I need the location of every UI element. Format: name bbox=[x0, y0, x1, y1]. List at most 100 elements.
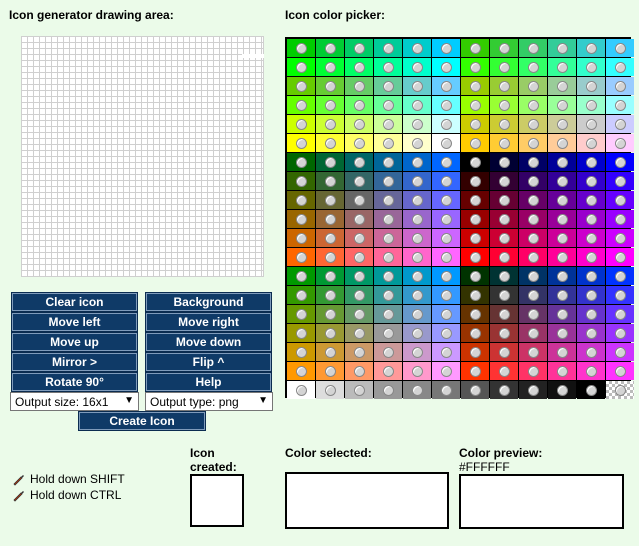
color-swatch[interactable] bbox=[461, 324, 489, 342]
color-swatch[interactable] bbox=[577, 58, 605, 76]
color-swatch[interactable] bbox=[287, 191, 315, 209]
color-swatch[interactable] bbox=[548, 305, 576, 323]
color-swatch[interactable] bbox=[316, 39, 344, 57]
color-swatch[interactable] bbox=[374, 324, 402, 342]
color-swatch[interactable] bbox=[519, 115, 547, 133]
color-swatch[interactable] bbox=[374, 267, 402, 285]
color-swatch[interactable] bbox=[403, 58, 431, 76]
color-swatch[interactable] bbox=[432, 210, 460, 228]
color-swatch[interactable] bbox=[548, 153, 576, 171]
color-swatch[interactable] bbox=[316, 362, 344, 380]
color-swatch[interactable] bbox=[403, 362, 431, 380]
color-swatch[interactable] bbox=[316, 191, 344, 209]
output-type-select[interactable]: Output type: png ▼ bbox=[145, 392, 273, 411]
color-swatch[interactable] bbox=[577, 134, 605, 152]
color-swatch[interactable] bbox=[577, 210, 605, 228]
color-swatch[interactable] bbox=[606, 210, 634, 228]
color-swatch[interactable] bbox=[432, 134, 460, 152]
color-swatch[interactable] bbox=[403, 381, 431, 399]
color-swatch[interactable] bbox=[403, 115, 431, 133]
color-swatch[interactable] bbox=[490, 191, 518, 209]
color-swatch[interactable] bbox=[432, 362, 460, 380]
color-swatch[interactable] bbox=[548, 343, 576, 361]
color-swatch[interactable] bbox=[548, 210, 576, 228]
color-swatch[interactable] bbox=[432, 115, 460, 133]
color-swatch[interactable] bbox=[316, 153, 344, 171]
color-swatch[interactable] bbox=[606, 39, 634, 57]
color-swatch[interactable] bbox=[461, 39, 489, 57]
color-swatch[interactable] bbox=[548, 267, 576, 285]
rotate-button[interactable]: Rotate 90° bbox=[11, 372, 138, 392]
color-swatch[interactable] bbox=[287, 172, 315, 190]
color-swatch[interactable] bbox=[606, 381, 634, 399]
color-swatch[interactable] bbox=[606, 229, 634, 247]
color-swatch[interactable] bbox=[316, 305, 344, 323]
color-swatch[interactable] bbox=[548, 362, 576, 380]
color-swatch[interactable] bbox=[432, 286, 460, 304]
color-swatch[interactable] bbox=[461, 153, 489, 171]
color-swatch[interactable] bbox=[606, 134, 634, 152]
color-swatch[interactable] bbox=[461, 210, 489, 228]
color-swatch[interactable] bbox=[577, 267, 605, 285]
mirror-button[interactable]: Mirror > bbox=[11, 352, 138, 372]
color-swatch[interactable] bbox=[345, 248, 373, 266]
color-swatch[interactable] bbox=[490, 305, 518, 323]
color-swatch[interactable] bbox=[345, 134, 373, 152]
color-swatch[interactable] bbox=[461, 172, 489, 190]
color-swatch[interactable] bbox=[461, 77, 489, 95]
color-swatch[interactable] bbox=[577, 115, 605, 133]
help-button[interactable]: Help bbox=[145, 372, 272, 392]
color-swatch[interactable] bbox=[432, 39, 460, 57]
color-swatch[interactable] bbox=[287, 134, 315, 152]
color-swatch[interactable] bbox=[403, 153, 431, 171]
color-swatch[interactable] bbox=[316, 343, 344, 361]
color-swatch[interactable] bbox=[577, 39, 605, 57]
color-swatch[interactable] bbox=[403, 229, 431, 247]
color-swatch[interactable] bbox=[374, 191, 402, 209]
color-swatch[interactable] bbox=[432, 248, 460, 266]
move-down-button[interactable]: Move down bbox=[145, 332, 272, 352]
color-swatch[interactable] bbox=[403, 39, 431, 57]
color-swatch[interactable] bbox=[432, 191, 460, 209]
color-swatch[interactable] bbox=[490, 229, 518, 247]
color-swatch[interactable] bbox=[577, 229, 605, 247]
color-swatch[interactable] bbox=[490, 115, 518, 133]
color-swatch[interactable] bbox=[287, 381, 315, 399]
color-swatch[interactable] bbox=[287, 267, 315, 285]
color-swatch[interactable] bbox=[287, 39, 315, 57]
color-swatch[interactable] bbox=[490, 362, 518, 380]
color-swatch[interactable] bbox=[403, 305, 431, 323]
color-swatch[interactable] bbox=[345, 267, 373, 285]
color-swatch[interactable] bbox=[577, 362, 605, 380]
color-swatch[interactable] bbox=[606, 286, 634, 304]
icon-drawing-canvas[interactable] bbox=[21, 36, 264, 277]
color-swatch[interactable] bbox=[519, 153, 547, 171]
color-swatch[interactable] bbox=[490, 172, 518, 190]
color-swatch[interactable] bbox=[606, 324, 634, 342]
color-swatch[interactable] bbox=[519, 191, 547, 209]
color-swatch[interactable] bbox=[606, 343, 634, 361]
color-swatch[interactable] bbox=[374, 343, 402, 361]
color-swatch[interactable] bbox=[403, 134, 431, 152]
color-swatch[interactable] bbox=[374, 115, 402, 133]
color-swatch[interactable] bbox=[577, 77, 605, 95]
color-swatch[interactable] bbox=[403, 191, 431, 209]
color-swatch[interactable] bbox=[519, 58, 547, 76]
color-swatch[interactable] bbox=[345, 191, 373, 209]
color-swatch[interactable] bbox=[432, 172, 460, 190]
color-swatch[interactable] bbox=[490, 134, 518, 152]
color-swatch[interactable] bbox=[287, 115, 315, 133]
color-swatch[interactable] bbox=[606, 172, 634, 190]
color-swatch[interactable] bbox=[461, 305, 489, 323]
color-swatch[interactable] bbox=[432, 96, 460, 114]
color-swatch[interactable] bbox=[287, 286, 315, 304]
color-swatch[interactable] bbox=[461, 96, 489, 114]
color-swatch[interactable] bbox=[316, 324, 344, 342]
move-left-button[interactable]: Move left bbox=[11, 312, 138, 332]
color-swatch[interactable] bbox=[461, 134, 489, 152]
color-swatch[interactable] bbox=[490, 210, 518, 228]
color-swatch[interactable] bbox=[345, 96, 373, 114]
color-swatch[interactable] bbox=[548, 324, 576, 342]
color-swatch[interactable] bbox=[287, 362, 315, 380]
color-swatch[interactable] bbox=[461, 229, 489, 247]
